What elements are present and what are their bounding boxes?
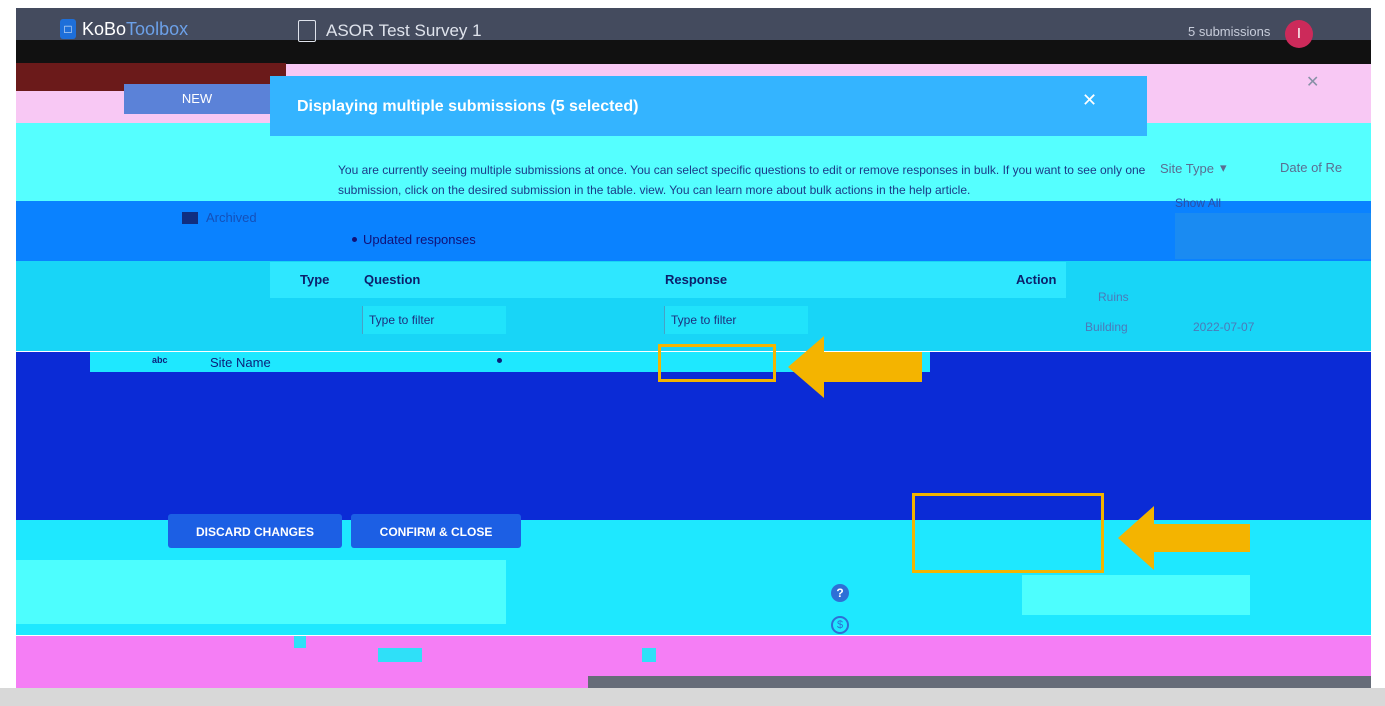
table-cell: 2022-07-07 [1193, 320, 1255, 334]
support-icon[interactable]: $ [831, 616, 849, 634]
highlight-box [658, 344, 776, 382]
header-shadow-band [16, 40, 1371, 64]
column-response: Response [665, 272, 728, 287]
column-header-site-type[interactable]: Site Type ▾ [1160, 160, 1227, 176]
background-block [378, 648, 422, 662]
modal-notice-text: You are currently seeing multiple submis… [338, 163, 1146, 197]
updated-responses-item: Updated responses [352, 232, 476, 247]
taskbar-strip [0, 688, 1385, 706]
background-block [1022, 575, 1250, 615]
logo-text-prefix: KoBo [82, 18, 127, 39]
column-action: Action [1016, 272, 1057, 287]
column-type: Type [300, 272, 330, 287]
background-block [1175, 213, 1371, 259]
chevron-down-icon: ▾ [1219, 160, 1227, 175]
arrow-left-icon [788, 336, 922, 398]
question-site-name: Site Name [210, 355, 271, 370]
highlight-box [912, 493, 1104, 573]
sidebar-item-label: Archived [206, 210, 257, 225]
updated-responses-label: Updated responses [363, 232, 476, 247]
column-header-label: Site Type [1160, 160, 1214, 176]
column-filter-show-all[interactable]: Show All [1175, 196, 1221, 210]
column-header-label: Date of Re [1280, 160, 1343, 175]
sidebar-item-archived[interactable]: Archived [182, 210, 257, 225]
bullet-icon [497, 358, 502, 363]
modal-title: Displaying multiple submissions (5 selec… [297, 98, 639, 115]
logo-icon: □ [60, 19, 76, 39]
confirm-close-button[interactable]: CONFIRM & CLOSE [351, 514, 521, 548]
project-title[interactable]: ASOR Test Survey 1 [298, 20, 482, 42]
background-block [642, 648, 656, 662]
question-filter-input[interactable]: Type to filter [362, 306, 506, 334]
help-icon[interactable]: ? [831, 584, 849, 602]
logo-text-suffix: Toolbox [126, 18, 189, 39]
project-title-text: ASOR Test Survey 1 [326, 21, 482, 40]
column-header-date[interactable]: Date of Re [1280, 160, 1342, 175]
modal-close-icon[interactable]: ✕ [1082, 90, 1097, 111]
arrow-left-icon [1118, 506, 1250, 570]
response-filter-input[interactable]: Type to filter [664, 306, 808, 334]
new-button[interactable]: NEW [124, 84, 270, 114]
kobotoolbox-logo[interactable]: □ KoBo Toolbox [60, 14, 188, 44]
user-avatar[interactable]: I [1285, 20, 1313, 48]
bullet-icon [352, 237, 357, 242]
folder-icon [182, 211, 198, 224]
form-file-icon [298, 20, 316, 42]
submissions-count: 5 submissions [1188, 24, 1271, 39]
horizontal-scrollbar[interactable] [588, 676, 1371, 688]
column-question: Question [364, 272, 421, 287]
close-icon[interactable]: ✕ [1306, 72, 1319, 92]
background-block [16, 560, 506, 624]
background-block [294, 636, 306, 648]
text-type-icon: abc [152, 355, 168, 365]
discard-changes-button[interactable]: DISCARD CHANGES [168, 514, 342, 548]
